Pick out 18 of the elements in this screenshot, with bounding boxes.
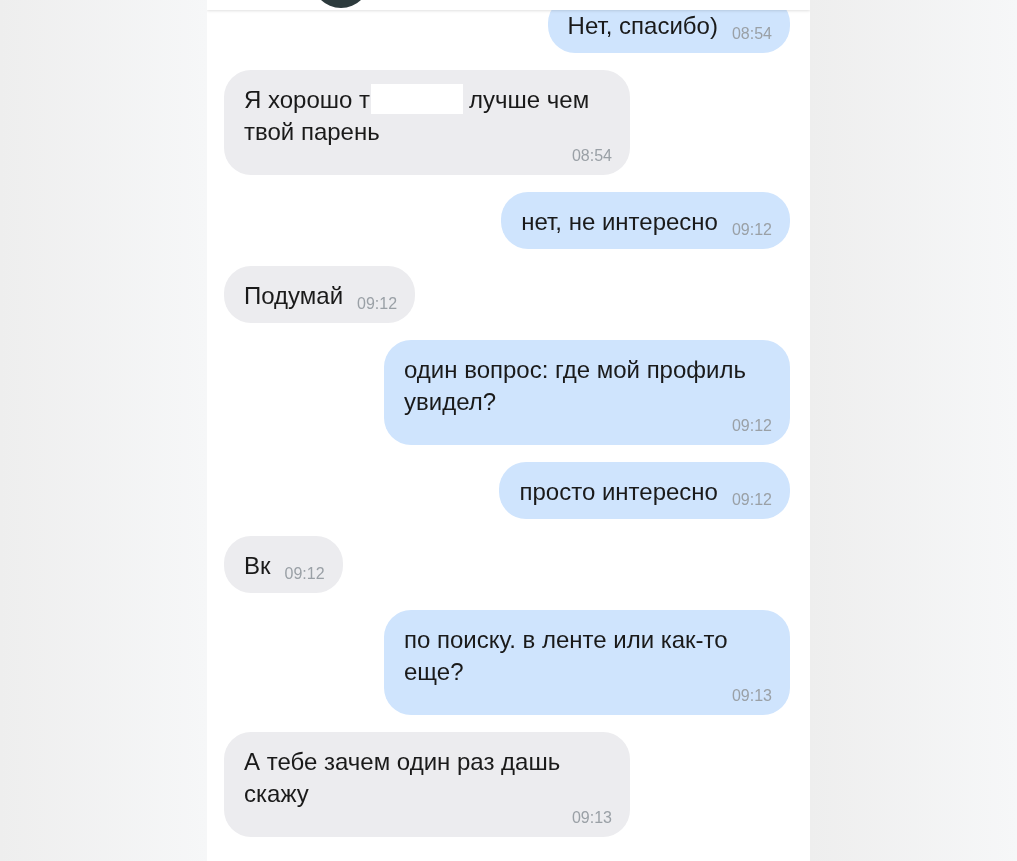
message-text: нет, не интересно	[521, 207, 718, 237]
message-text: один вопрос: где мой профиль увидел?	[404, 355, 747, 417]
message-time: 09:12	[730, 418, 772, 434]
message-text: А тебе зачем один раз дашь скажу	[244, 747, 562, 809]
message-time: 09:13	[730, 688, 772, 704]
message-text: Я хорошо т лучше чем твой парень	[244, 84, 591, 147]
message-text: Нет, спасибо)	[567, 11, 718, 41]
message-text: Вк	[244, 551, 271, 581]
message-time: 08:54	[730, 26, 772, 42]
message-text: Подумай	[244, 281, 344, 311]
message-text: просто интересно	[519, 477, 718, 507]
message-time: 08:54	[570, 148, 612, 164]
message-time: 09:13	[570, 810, 612, 826]
message-time: 09:12	[730, 492, 772, 508]
message-time: 09:12	[283, 566, 325, 582]
message-time: 09:12	[730, 222, 772, 238]
message-time: 09:12	[356, 296, 398, 312]
message-text: по поиску. в ленте или как-то еще?	[404, 625, 729, 687]
